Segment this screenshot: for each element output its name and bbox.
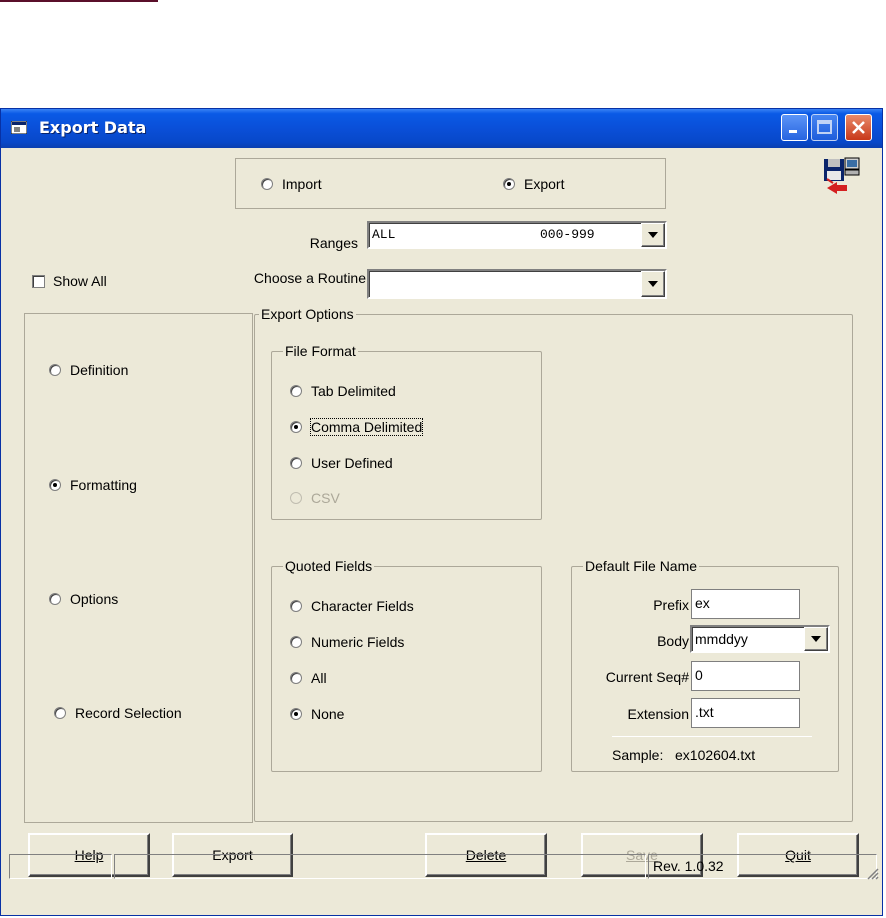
routine-combobox[interactable] [367,269,667,299]
minimize-button[interactable] [781,114,808,141]
none-quoted-radio[interactable]: None [290,706,344,722]
user-defined-radio-button [290,457,302,469]
body-dropdown-button[interactable] [804,627,828,651]
import-radio[interactable]: Import [261,176,322,192]
file-format-group: Tab Delimited Comma Delimited User Defin… [271,351,542,520]
ranges-value-range: 000-999 [540,227,595,242]
resize-grip-icon[interactable] [865,866,879,880]
character-fields-radio[interactable]: Character Fields [290,598,414,614]
extension-input[interactable]: .txt [691,698,800,728]
current-seq-input[interactable]: 0 [691,661,800,691]
import-label: Import [282,176,322,192]
csv-radio-button [290,492,302,504]
default-file-name-group: Prefix ex Body mmddyy Current Seq# 0 Ext… [571,566,839,772]
extension-label: Extension [627,706,689,722]
ranges-combobox[interactable]: ALL 000-999 [367,221,667,249]
export-radio[interactable]: Export [503,176,564,192]
nav-item-options[interactable]: Options [49,591,118,607]
quoted-fields-option-label: All [311,670,327,686]
formatting-radio-button [49,479,61,491]
export-radio-button [503,178,515,190]
revision-text: Rev. 1.0.32 [653,858,724,874]
body-combobox[interactable]: mmddyy [690,625,830,653]
document-link-underline [0,0,158,2]
quoted-fields-option-label: Character Fields [311,598,414,614]
maximize-icon [817,120,832,134]
ranges-label: Ranges [309,235,358,251]
export-label: Export [524,176,565,192]
nav-item-label: Definition [70,362,129,378]
quoted-fields-option-label: Numeric Fields [311,634,405,650]
nav-item-label: Record Selection [75,705,182,721]
file-format-option-label: CSV [311,490,340,506]
export-options-title: Export Options [259,306,356,322]
status-panel-2 [114,854,646,879]
tab-delimited-radio[interactable]: Tab Delimited [290,383,396,399]
chevron-down-icon [648,232,658,238]
nav-item-formatting[interactable]: Formatting [49,477,137,493]
ranges-dropdown-button[interactable] [641,223,665,247]
quoted-fields-group: Character Fields Numeric Fields All None [271,566,542,772]
csv-radio: CSV [290,490,340,506]
all-quoted-radio-button [290,672,302,684]
ranges-value-name: ALL [372,227,396,242]
title-bar[interactable]: Export Data [1,109,882,148]
app-window-icon [11,121,27,134]
nav-item-label: Options [70,591,119,607]
close-button[interactable] [845,114,872,141]
nav-item-label: Formatting [70,477,137,493]
definition-radio-button [49,364,61,376]
routine-label: Choose a Routine [253,270,366,286]
minimize-icon [789,130,797,133]
default-file-name-title: Default File Name [583,558,700,574]
sample-label: Sample: [612,747,664,763]
sample-value: ex102604.txt [675,747,756,763]
export-data-window: Export Data Import Export Ranges ALL 000… [0,108,883,916]
window-title: Export Data [39,118,147,137]
current-seq-label: Current Seq# [605,669,689,685]
export-disk-computer-icon [824,157,860,194]
prefix-label: Prefix [653,597,689,613]
record-selection-radio-button [54,707,66,719]
nav-item-definition[interactable]: Definition [49,362,128,378]
body-value: mmddyy [695,631,748,647]
file-format-title: File Format [283,343,358,359]
quoted-fields-option-label: None [311,706,345,722]
numeric-fields-radio[interactable]: Numeric Fields [290,634,404,650]
status-revision-panel: Rev. 1.0.32 [648,854,877,879]
user-defined-radio[interactable]: User Defined [290,455,393,471]
numeric-fields-radio-button [290,636,302,648]
file-format-option-label: Comma Delimited [309,418,424,436]
file-format-option-label: Tab Delimited [311,383,396,399]
chevron-down-icon [811,636,821,642]
comma-delimited-radio-button [290,421,302,433]
options-radio-button [49,593,61,605]
import-radio-button [261,178,273,190]
tab-delimited-radio-button [290,385,302,397]
status-panel-1 [9,854,112,879]
show-all-label: Show All [53,273,107,289]
file-format-option-label: User Defined [311,455,393,471]
maximize-button[interactable] [811,114,838,141]
nav-item-record-selection[interactable]: Record Selection [54,705,182,721]
show-all-checkbox[interactable]: Show All [32,273,107,289]
character-fields-radio-button [290,600,302,612]
none-quoted-radio-button [290,708,302,720]
quoted-fields-title: Quoted Fields [283,558,375,574]
close-icon [852,121,865,134]
mode-frame: Import Export [235,158,666,209]
section-nav-panel: Definition Formatting Options Record Sel… [24,313,253,823]
prefix-input[interactable]: ex [691,589,800,619]
sample-divider [612,736,812,737]
body-label: Body [657,633,689,649]
chevron-down-icon [648,281,658,287]
show-all-checkbox-box [32,274,45,288]
routine-dropdown-button[interactable] [641,271,665,297]
all-quoted-radio[interactable]: All [290,670,327,686]
comma-delimited-radio[interactable]: Comma Delimited [290,418,424,436]
